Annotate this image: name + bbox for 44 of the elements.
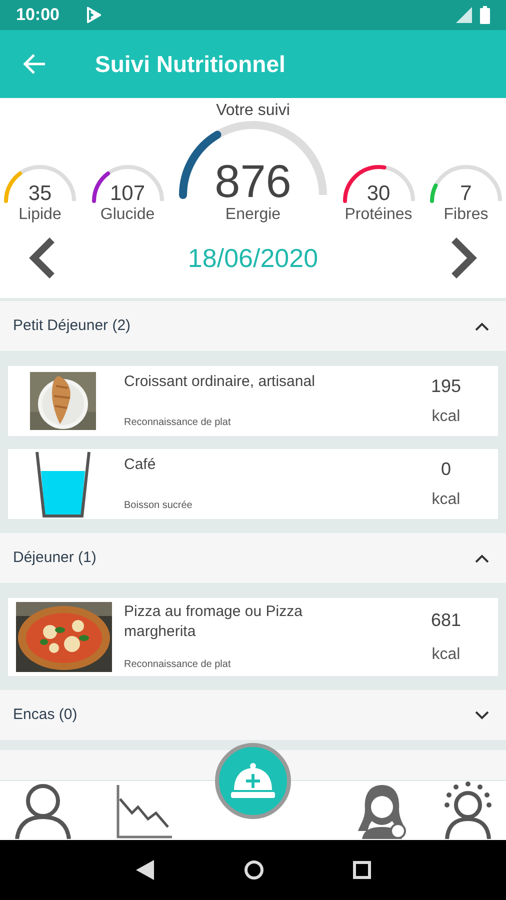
section-header[interactable]: Déjeuner (1) [0, 533, 506, 583]
food-source: Reconnaissance de plat [124, 658, 232, 672]
food-name: Café [124, 455, 157, 475]
section-header[interactable]: Petit Déjeuner (2) [0, 301, 506, 351]
calorie-value: 0 [440, 458, 451, 481]
person-sparkle-icon[interactable] [444, 781, 492, 839]
food-source: Boisson sucrée [124, 499, 194, 513]
cloche-plus-icon [230, 762, 276, 800]
home-circle-icon[interactable] [244, 860, 264, 880]
gauge-label: Protéines [344, 205, 412, 225]
section-title: Petit Déjeuner (2) [13, 316, 131, 336]
calorie-value: 195 [430, 374, 462, 398]
summary-title: Votre suivi [216, 101, 290, 121]
calorie-value: 681 [430, 608, 462, 632]
calorie-unit: kcal [432, 645, 460, 666]
glass-icon [35, 450, 91, 518]
gauge-label: Glucide [100, 205, 155, 225]
recents-square-icon[interactable] [353, 861, 372, 879]
food-source: Reconnaissance de plat [124, 416, 232, 430]
gauge-label: Energie [225, 205, 281, 225]
food-name: Pizza au fromage ou Pizza margherita [124, 602, 304, 642]
play-icon [87, 7, 102, 23]
calorie-unit: kcal [432, 490, 460, 510]
food-card[interactable]: Pizza au fromage ou Pizza margherita Reconnaissance de plat 681 kcal [8, 598, 498, 676]
food-card[interactable]: Café Boisson sucrée 0 kcal [8, 449, 498, 519]
gauge-label: Fibres [444, 205, 488, 225]
back-triangle-icon[interactable] [134, 859, 155, 881]
chevron-right-icon [450, 236, 478, 280]
date-label: 18/06/2020 [188, 242, 318, 274]
gauge-label: Lipide [18, 205, 62, 225]
screen-title: Suivi Nutritionnel [95, 50, 286, 79]
status-time: 10:00 [16, 4, 60, 26]
signal-icon [456, 7, 472, 23]
section-title: Encas (0) [13, 704, 78, 725]
person-icon[interactable] [14, 783, 72, 839]
line-chart-icon[interactable] [116, 785, 172, 839]
back-arrow-icon [23, 53, 47, 75]
section-header[interactable]: Encas (0) [0, 690, 506, 740]
battery-icon [480, 6, 490, 24]
section-title: Déjeuner (1) [13, 548, 96, 568]
calorie-unit: kcal [432, 407, 460, 428]
chevron-left-icon [28, 236, 56, 280]
food-card[interactable]: Croissant ordinaire, artisanal Reconnaissance de plat 195 kcal [8, 366, 498, 436]
food-name: Croissant ordinaire, artisanal [124, 372, 316, 392]
